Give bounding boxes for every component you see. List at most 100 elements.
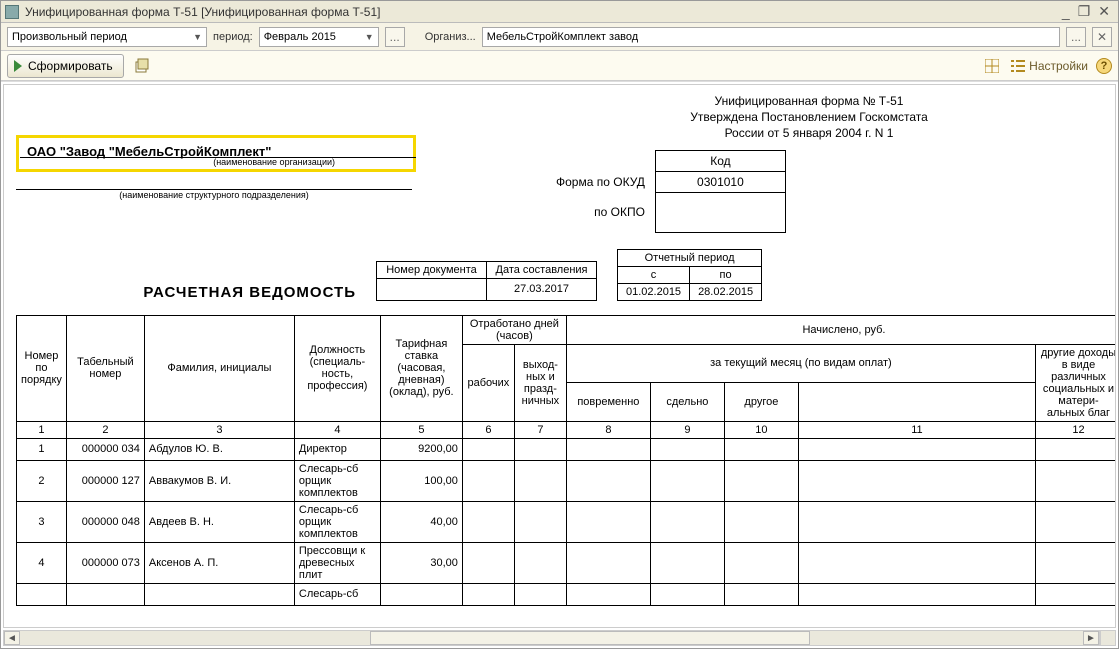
settings-button[interactable]: Настройки <box>1011 59 1088 73</box>
cell <box>724 501 798 542</box>
docdate-hdr: Дата составления <box>487 261 597 278</box>
org-input[interactable]: МебельСтройКомплект завод <box>482 27 1060 47</box>
cell: Авдеев В. Н. <box>144 501 294 542</box>
cell: 30,00 <box>380 542 462 583</box>
col-number: 8 <box>566 421 650 438</box>
col-number: 3 <box>144 421 294 438</box>
cell: Прессовщи к древесных плит <box>294 542 380 583</box>
cell <box>798 501 1035 542</box>
cell <box>462 542 514 583</box>
cell <box>566 501 650 542</box>
cell: 000000 048 <box>66 501 144 542</box>
period-mode-value: Произвольный период <box>12 31 127 43</box>
toolbar-actions: Сформировать Настройки ? <box>1 51 1118 81</box>
table-row: 2000000 127Аввакумов В. И.Слесарь-сб орщ… <box>17 460 1117 501</box>
subunit-under-label: (наименование структурного подразделения… <box>16 190 412 200</box>
cell <box>380 583 462 605</box>
okud-label: Форма по ОКУД <box>546 171 655 192</box>
grid-icon[interactable] <box>981 55 1003 77</box>
close-button[interactable]: ✕ <box>1094 3 1114 20</box>
col-accr-hdr: Начислено, руб. <box>566 315 1116 344</box>
period-combo[interactable]: Февраль 2015 ▼ <box>259 27 379 47</box>
cell <box>514 438 566 460</box>
docnum-table: Номер документа Дата составления 27.03.2… <box>376 261 597 301</box>
period-value: Февраль 2015 <box>264 31 336 43</box>
table-row: 3000000 048Авдеев В. Н.Слесарь-сб орщик … <box>17 501 1117 542</box>
report-period-table: Отчетный период с по 01.02.2015 28.02.20… <box>617 249 762 301</box>
report-scroll[interactable]: ОАО "Завод "МебельСтройКомплект" (наимен… <box>3 84 1116 628</box>
toolbar-params: Произвольный период ▼ период: Февраль 20… <box>1 23 1118 51</box>
scroll-left-arrow[interactable]: ◄ <box>4 631 20 645</box>
col-rate: Тарифная ставка (часовая, дневная) (окла… <box>380 315 462 421</box>
cell: 40,00 <box>380 501 462 542</box>
cell <box>566 583 650 605</box>
col-number: 1 <box>17 421 67 438</box>
cell: Слесарь-сб орщик комплектов <box>294 460 380 501</box>
workarea: ОАО "Завод "МебельСтройКомплект" (наимен… <box>1 81 1118 648</box>
scroll-thumb[interactable] <box>370 631 810 645</box>
cell: Директор <box>294 438 380 460</box>
cell: 000000 034 <box>66 438 144 460</box>
scroll-corner <box>1100 630 1116 646</box>
cell <box>566 542 650 583</box>
okpo-value <box>655 192 785 232</box>
org-value: МебельСтройКомплект завод <box>487 31 639 43</box>
minimize-button[interactable]: _ <box>1058 4 1074 20</box>
restore-button[interactable]: ❐ <box>1074 3 1095 20</box>
cell <box>514 583 566 605</box>
help-button[interactable]: ? <box>1096 58 1112 74</box>
cell: 9200,00 <box>380 438 462 460</box>
cell: 100,00 <box>380 460 462 501</box>
cell: Абдулов Ю. В. <box>144 438 294 460</box>
cell <box>650 583 724 605</box>
col-accr-sub: за текущий месяц (по видам оплат) <box>566 344 1035 383</box>
cell <box>462 501 514 542</box>
col-number: 2 <box>66 421 144 438</box>
docnum-value <box>377 278 487 300</box>
cell <box>1036 542 1117 583</box>
cell <box>650 501 724 542</box>
col-fio: Фамилия, инициалы <box>144 315 294 421</box>
cell <box>798 583 1035 605</box>
cell <box>724 438 798 460</box>
col-work-days: рабочих <box>462 344 514 421</box>
main-table: Номер по порядку Табельный номер Фамилия… <box>16 315 1116 606</box>
cell <box>566 460 650 501</box>
cell <box>798 460 1035 501</box>
cell: 000000 127 <box>66 460 144 501</box>
docnum-hdr: Номер документа <box>377 261 487 278</box>
okpo-label: по ОКПО <box>546 192 655 232</box>
cell: 000000 073 <box>66 542 144 583</box>
cell <box>1036 583 1117 605</box>
titlebar: Унифицированная форма Т-51 [Унифицирован… <box>1 1 1118 23</box>
col-number: 10 <box>724 421 798 438</box>
cell <box>1036 438 1117 460</box>
approval-line1: Унифицированная форма № Т-51 <box>326 93 1116 109</box>
app-window: Унифицированная форма Т-51 [Унифицирован… <box>0 0 1119 649</box>
cell: 3 <box>17 501 67 542</box>
document-title: РАСЧЕТНАЯ ВЕДОМОСТЬ <box>16 284 356 301</box>
col-c10: другое <box>724 383 798 422</box>
scroll-right-arrow[interactable]: ► <box>1083 631 1099 645</box>
col-c8: повременно <box>566 383 650 422</box>
org-picker-button[interactable]: ... <box>1066 27 1086 47</box>
cell <box>462 583 514 605</box>
save-settings-icon[interactable] <box>132 55 154 77</box>
period-picker-button[interactable]: ... <box>385 27 405 47</box>
cell <box>1036 501 1117 542</box>
table-row: 4000000 073Аксенов А. П.Прессовщи к древ… <box>17 542 1117 583</box>
col-pos: Должность (специаль-ность, профессия) <box>294 315 380 421</box>
code-table: Код Форма по ОКУД 0301010 по ОКПО <box>546 150 786 233</box>
cell <box>514 501 566 542</box>
org-clear-button[interactable]: ✕ <box>1092 27 1112 47</box>
period-mode-combo[interactable]: Произвольный период ▼ <box>7 27 207 47</box>
cell: 2 <box>17 460 67 501</box>
cell <box>724 542 798 583</box>
col-number: 12 <box>1036 421 1117 438</box>
h-scrollbar[interactable]: ◄ ► <box>3 630 1100 646</box>
scroll-track[interactable] <box>20 631 1083 645</box>
table-row: 1000000 034Абдулов Ю. В.Директор9200,00 <box>17 438 1117 460</box>
generate-button[interactable]: Сформировать <box>7 54 124 78</box>
list-icon <box>1011 59 1025 73</box>
cell: 4 <box>17 542 67 583</box>
